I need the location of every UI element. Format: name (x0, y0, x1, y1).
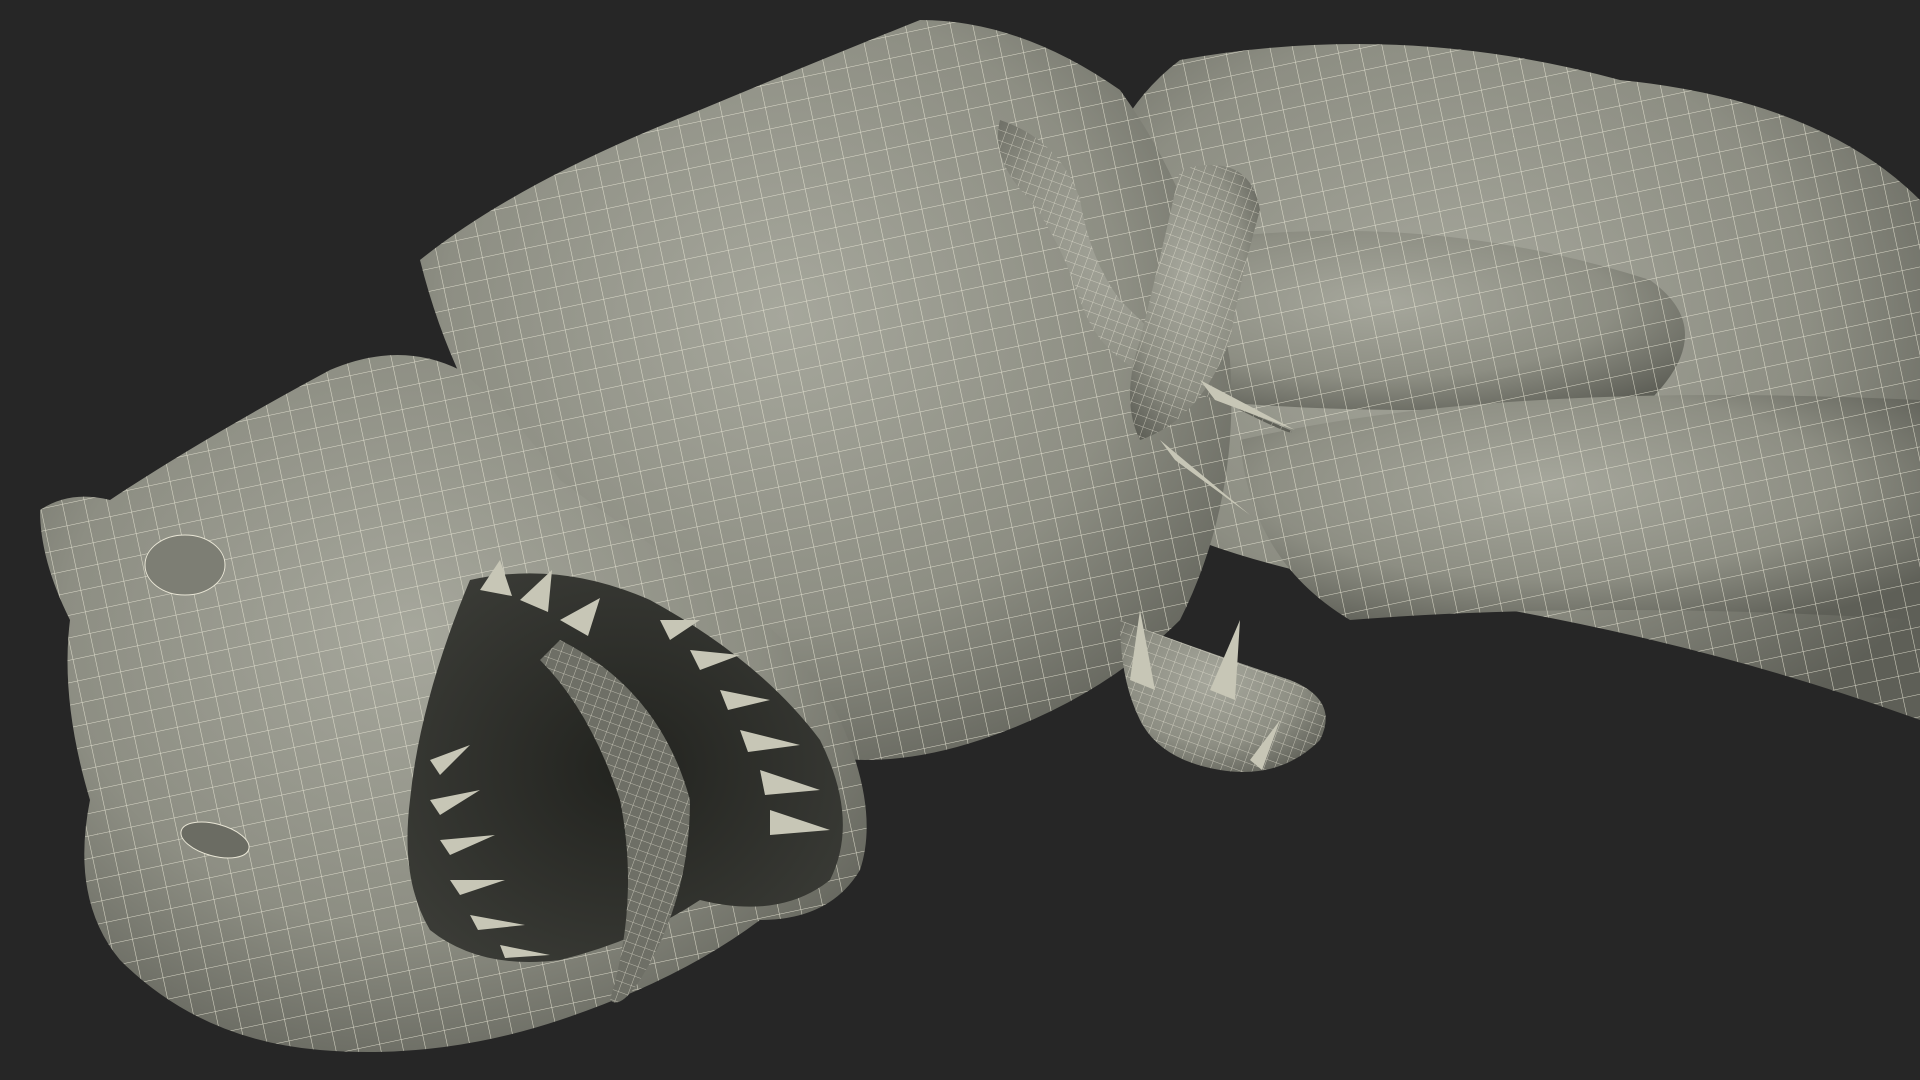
foot-with-claws (1120, 610, 1326, 772)
wireframe-render (40, 20, 1920, 1052)
render-viewport (0, 0, 1920, 1080)
eye-socket (144, 534, 226, 596)
